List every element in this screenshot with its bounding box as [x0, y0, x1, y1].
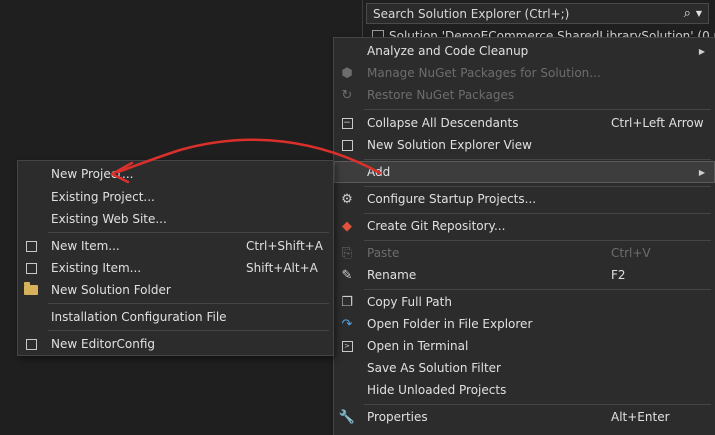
menu-item-label: Save As Solution Filter [367, 361, 501, 375]
menu-separator [364, 186, 711, 187]
search-icon[interactable]: ⌕ [684, 6, 691, 21]
submenu-arrow-icon: ▶ [698, 167, 705, 177]
menu-save-as-solution-filter[interactable]: Save As Solution Filter [334, 357, 715, 379]
menu-separator [48, 303, 329, 304]
menu-item-label: Rename [367, 268, 417, 282]
menu-item-label: Open Folder in File Explorer [367, 317, 533, 331]
menu-item-shortcut: Ctrl+Shift+A [246, 239, 323, 253]
menu-add[interactable]: Add ▶ [334, 161, 715, 183]
restore-icon: ↻ [341, 87, 353, 103]
menu-new-solution-explorer-view[interactable]: New Solution Explorer View [334, 134, 715, 156]
submenu-existing-project[interactable]: Existing Project... [18, 186, 333, 208]
menu-item-label: New Solution Folder [51, 283, 171, 297]
menu-item-label: Installation Configuration File [51, 310, 227, 324]
menu-item-label: Existing Item... [51, 261, 142, 275]
menu-item-label: Open in Terminal [367, 339, 469, 353]
menu-open-folder-in-file-explorer[interactable]: ↷ Open Folder in File Explorer [334, 313, 715, 335]
collapse-icon: − [341, 117, 353, 129]
rename-icon: ✎ [341, 267, 353, 283]
menu-analyze-code-cleanup[interactable]: Analyze and Code Cleanup ▶ [334, 40, 715, 62]
terminal-icon: > [339, 338, 355, 354]
open-folder-icon: ↷ [341, 316, 353, 332]
menu-separator [364, 289, 711, 290]
menu-item-label: New EditorConfig [51, 337, 156, 351]
new-view-icon [339, 137, 355, 153]
menu-item-label: New Project... [51, 167, 134, 181]
existing-item-icon [23, 260, 39, 276]
submenu-installation-configuration-file[interactable]: Installation Configuration File [18, 306, 333, 328]
menu-item-label: Copy Full Path [367, 295, 452, 309]
menu-item-label: Create Git Repository... [367, 219, 506, 233]
menu-copy-full-path[interactable]: ❐ Copy Full Path [334, 291, 715, 313]
menu-item-label: New Item... [51, 239, 120, 253]
search-placeholder: Search Solution Explorer (Ctrl+;) [373, 6, 570, 21]
submenu-existing-item[interactable]: Existing Item... Shift+Alt+A [18, 257, 333, 279]
menu-item-label: Paste [367, 246, 400, 260]
menu-properties[interactable]: 🔧 Properties Alt+Enter [334, 406, 715, 428]
paste-icon: ⎘ [341, 245, 353, 261]
submenu-new-item[interactable]: New Item... Ctrl+Shift+A [18, 235, 333, 257]
menu-item-label: Analyze and Code Cleanup [367, 44, 529, 58]
menu-separator [364, 240, 711, 241]
submenu-new-solution-folder[interactable]: New Solution Folder [18, 279, 333, 301]
menu-item-shortcut: F2 [611, 268, 626, 282]
menu-item-label: Collapse All Descendants [367, 116, 519, 130]
nuget-icon: ⬢ [341, 65, 353, 81]
submenu-existing-web-site[interactable]: Existing Web Site... [18, 208, 333, 230]
menu-item-label: Add [367, 165, 391, 179]
menu-configure-startup-projects[interactable]: ⚙ Configure Startup Projects... [334, 188, 715, 210]
menu-item-shortcut: Shift+Alt+A [246, 261, 318, 275]
menu-item-label: Manage NuGet Packages for Solution... [367, 66, 601, 80]
menu-manage-nuget-packages[interactable]: ⬢ Manage NuGet Packages for Solution... [334, 62, 715, 84]
menu-collapse-all-descendants[interactable]: − Collapse All Descendants Ctrl+Left Arr… [334, 112, 715, 134]
gear-icon: ⚙ [341, 191, 353, 207]
submenu-new-editorconfig[interactable]: New EditorConfig [18, 333, 333, 355]
menu-item-shortcut: Ctrl+Left Arrow [611, 116, 704, 130]
menu-item-label: Hide Unloaded Projects [367, 383, 507, 397]
submenu-arrow-icon: ▶ [698, 46, 705, 56]
menu-separator [364, 213, 711, 214]
menu-item-label: Restore NuGet Packages [367, 88, 515, 102]
menu-item-shortcut: Ctrl+V [611, 246, 651, 260]
folder-icon [23, 282, 39, 298]
add-submenu: New Project... Existing Project... Exist… [17, 160, 334, 356]
search-solution-explorer-input[interactable]: Search Solution Explorer (Ctrl+;) ⌕ ▼ [366, 3, 709, 24]
menu-open-in-terminal[interactable]: > Open in Terminal [334, 335, 715, 357]
menu-item-label: Existing Project... [51, 190, 155, 204]
submenu-new-project[interactable]: New Project... [18, 163, 333, 185]
menu-separator [364, 159, 711, 160]
solution-context-menu: Analyze and Code Cleanup ▶ ⬢ Manage NuGe… [333, 37, 715, 435]
chevron-down-icon[interactable]: ▼ [696, 9, 702, 18]
menu-create-git-repository[interactable]: ◆ Create Git Repository... [334, 215, 715, 237]
menu-item-label: Properties [367, 410, 428, 424]
git-icon: ◆ [342, 218, 352, 234]
menu-rename[interactable]: ✎ Rename F2 [334, 264, 715, 286]
menu-item-label: Existing Web Site... [51, 212, 167, 226]
menu-separator [364, 109, 711, 110]
menu-hide-unloaded-projects[interactable]: Hide Unloaded Projects [334, 379, 715, 401]
menu-item-label: Configure Startup Projects... [367, 192, 537, 206]
wrench-icon: 🔧 [338, 409, 356, 425]
menu-separator [48, 330, 329, 331]
copy-icon: ❐ [341, 294, 353, 310]
menu-restore-nuget-packages[interactable]: ↻ Restore NuGet Packages [334, 84, 715, 106]
menu-separator [48, 232, 329, 233]
menu-item-shortcut: Alt+Enter [611, 410, 670, 424]
editorconfig-icon [23, 336, 39, 352]
menu-separator [364, 404, 711, 405]
menu-paste[interactable]: ⎘ Paste Ctrl+V [334, 242, 715, 264]
menu-item-label: New Solution Explorer View [367, 138, 532, 152]
new-item-icon [23, 238, 39, 254]
